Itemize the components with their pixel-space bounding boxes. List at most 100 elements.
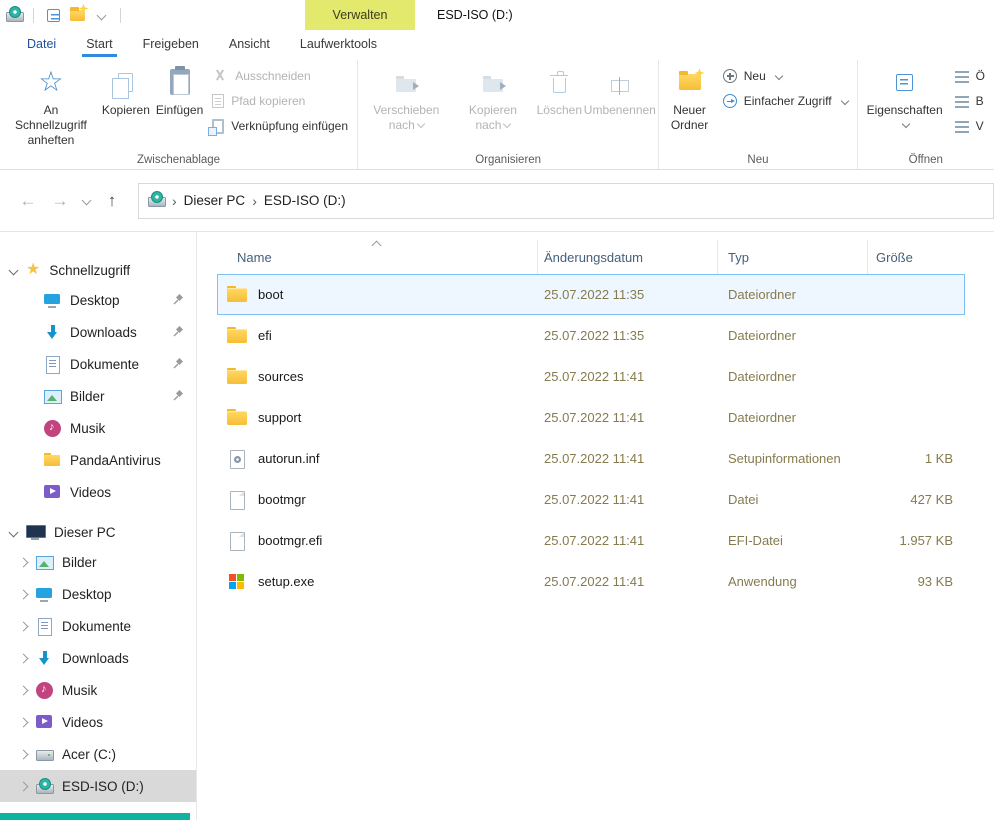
column-header[interactable]: Name <box>217 240 537 274</box>
chevron-right-icon[interactable] <box>18 749 29 759</box>
quick-access-label: Schnellzugriff <box>49 262 131 278</box>
sidebar-item-label: Acer (C:) <box>62 746 116 762</box>
sidebar-item-label: ESD-ISO (D:) <box>62 778 144 794</box>
sidebar-item[interactable]: Desktop <box>0 284 196 316</box>
cut-button[interactable]: Ausschneiden <box>212 66 348 86</box>
column-header[interactable]: Änderungsdatum <box>537 240 717 274</box>
chevron-down-icon[interactable] <box>8 527 19 537</box>
address-bar[interactable]: › Dieser PC › ESD-ISO (D:) <box>138 182 994 219</box>
pin-icon <box>172 326 184 338</box>
column-header[interactable]: Typ <box>717 240 867 274</box>
sidebar-item[interactable]: PandaAntivirus <box>0 444 196 476</box>
move-to-button[interactable]: Verschieben nach <box>361 60 452 133</box>
copy-icon <box>112 72 134 99</box>
manage-contextual-tab[interactable]: Verwalten <box>305 0 415 30</box>
chevron-right-icon[interactable] <box>18 557 29 567</box>
file-row[interactable]: efi 25.07.2022 11:35 Dateiordner <box>217 315 965 356</box>
breadcrumb-label: ESD-ISO (D:) <box>263 193 346 208</box>
group-label-new: Neu <box>747 153 769 166</box>
file-row[interactable]: sources 25.07.2022 11:41 Dateiordner <box>217 356 965 397</box>
chevron-down-icon[interactable] <box>8 265 19 275</box>
open-group-partial-button[interactable]: B <box>954 91 985 111</box>
file-row[interactable]: boot 25.07.2022 11:35 Dateiordner <box>217 274 965 315</box>
sidebar-item[interactable]: Desktop <box>0 578 196 610</box>
file-row[interactable]: support 25.07.2022 11:41 Dateiordner <box>217 397 965 438</box>
chevron-right-icon[interactable] <box>18 621 29 631</box>
properties-button[interactable]: Eigenschaften <box>861 60 949 133</box>
file-name: setup.exe <box>258 574 315 589</box>
sidebar-item[interactable]: Acer (C:) <box>0 738 196 770</box>
sidebar-item[interactable]: Downloads <box>0 316 196 348</box>
quick-toolbar-new-folder-icon[interactable] <box>65 3 89 27</box>
pin-star-icon: ☆ <box>38 66 64 97</box>
quick-toolbar-chevron-down-icon[interactable] <box>89 3 113 27</box>
file-row[interactable]: bootmgr 25.07.2022 11:41 Datei 427 KB <box>217 479 965 520</box>
this-pc-header[interactable]: Dieser PC <box>0 518 196 546</box>
chevron-down-icon <box>901 119 911 129</box>
sidebar-item-icon <box>44 484 61 501</box>
chevron-right-icon[interactable] <box>18 589 29 599</box>
sidebar-item[interactable]: Musik <box>0 674 196 706</box>
pin-icon <box>172 390 184 402</box>
file-row[interactable]: bootmgr.efi 25.07.2022 11:41 EFI-Datei 1… <box>217 520 965 561</box>
delete-button[interactable]: Löschen <box>534 60 584 118</box>
sidebar-item[interactable]: Musik <box>0 412 196 444</box>
file-row[interactable]: setup.exe 25.07.2022 11:41 Anwendung 93 … <box>217 561 965 602</box>
delete-label: Löschen <box>536 103 582 117</box>
file-type: Dateiordner <box>728 287 796 302</box>
new-folder-button[interactable]: Neuer Ordner <box>662 60 716 133</box>
file-row[interactable]: autorun.inf 25.07.2022 11:41 Setupinform… <box>217 438 965 479</box>
chevron-right-icon[interactable] <box>18 685 29 695</box>
sidebar-item[interactable]: Videos <box>0 476 196 508</box>
up-button[interactable]: ↑ <box>96 192 128 209</box>
sidebar-item[interactable]: ESD-ISO (D:) <box>0 770 196 802</box>
file-date: 25.07.2022 11:41 <box>544 492 645 507</box>
file-icon <box>227 449 248 469</box>
menu-tab[interactable]: Start <box>71 30 127 57</box>
sidebar-item-icon <box>36 617 53 636</box>
recent-locations-chevron-icon[interactable] <box>76 195 96 206</box>
sidebar-item[interactable]: Dokumente <box>0 348 196 380</box>
chevron-down-icon <box>503 119 512 129</box>
paste-shortcut-button[interactable]: Verknüpfung einfügen <box>208 116 348 136</box>
chevron-down-icon <box>416 119 426 129</box>
sidebar-item[interactable]: Videos <box>0 706 196 738</box>
open-group-partial-button[interactable]: Ö <box>954 66 985 86</box>
open-group-partial-button[interactable]: V <box>954 116 985 136</box>
column-header[interactable]: Größe <box>867 240 962 274</box>
breadcrumb-item[interactable]: › Dieser PC <box>172 193 245 209</box>
breadcrumb-item[interactable]: › ESD-ISO (D:) <box>252 193 345 209</box>
rename-button[interactable]: Umbenennen <box>584 60 656 118</box>
open-group-partial-icon <box>954 96 969 108</box>
new-item-button[interactable]: Neu <box>722 66 848 86</box>
pin-to-quick-access-button[interactable]: ☆ An Schnellzugriff anheften <box>3 60 99 148</box>
chevron-right-icon[interactable] <box>18 653 29 663</box>
sidebar-item[interactable]: Bilder <box>0 380 196 412</box>
copy-path-button[interactable]: Pfad kopieren <box>212 91 348 111</box>
menu-tab[interactable]: Freigeben <box>128 30 214 57</box>
paste-button[interactable]: Einfügen <box>153 60 206 118</box>
forward-button[interactable]: → <box>44 192 76 209</box>
menu-tab[interactable]: Ansicht <box>214 30 285 57</box>
sidebar-item[interactable]: Bilder <box>0 546 196 578</box>
quick-access-header[interactable]: ★ Schnellzugriff <box>0 256 196 284</box>
new-item-icon <box>722 69 737 83</box>
chevron-right-icon[interactable] <box>18 717 29 727</box>
menu-tab[interactable]: Laufwerktools <box>285 30 392 57</box>
cut-label: Ausschneiden <box>235 69 311 83</box>
copy-to-button[interactable]: Kopieren nach <box>452 60 535 133</box>
file-icon <box>227 326 248 345</box>
quick-toolbar-properties-icon[interactable] <box>41 3 65 27</box>
easy-access-button[interactable]: Einfacher Zugriff <box>722 91 849 111</box>
menu-tab[interactable]: Datei <box>12 30 71 57</box>
back-button[interactable]: ← <box>12 192 44 209</box>
sidebar-item[interactable]: Downloads <box>0 642 196 674</box>
this-pc-icon <box>26 524 46 540</box>
copy-button[interactable]: Kopieren <box>99 60 153 118</box>
copy-path-label: Pfad kopieren <box>231 94 306 108</box>
sidebar-item[interactable]: Dokumente <box>0 610 196 642</box>
copy-to-label: Kopieren nach <box>468 103 517 132</box>
paste-label: Einfügen <box>155 103 204 117</box>
chevron-right-icon[interactable] <box>18 781 29 791</box>
rename-icon <box>610 76 629 95</box>
